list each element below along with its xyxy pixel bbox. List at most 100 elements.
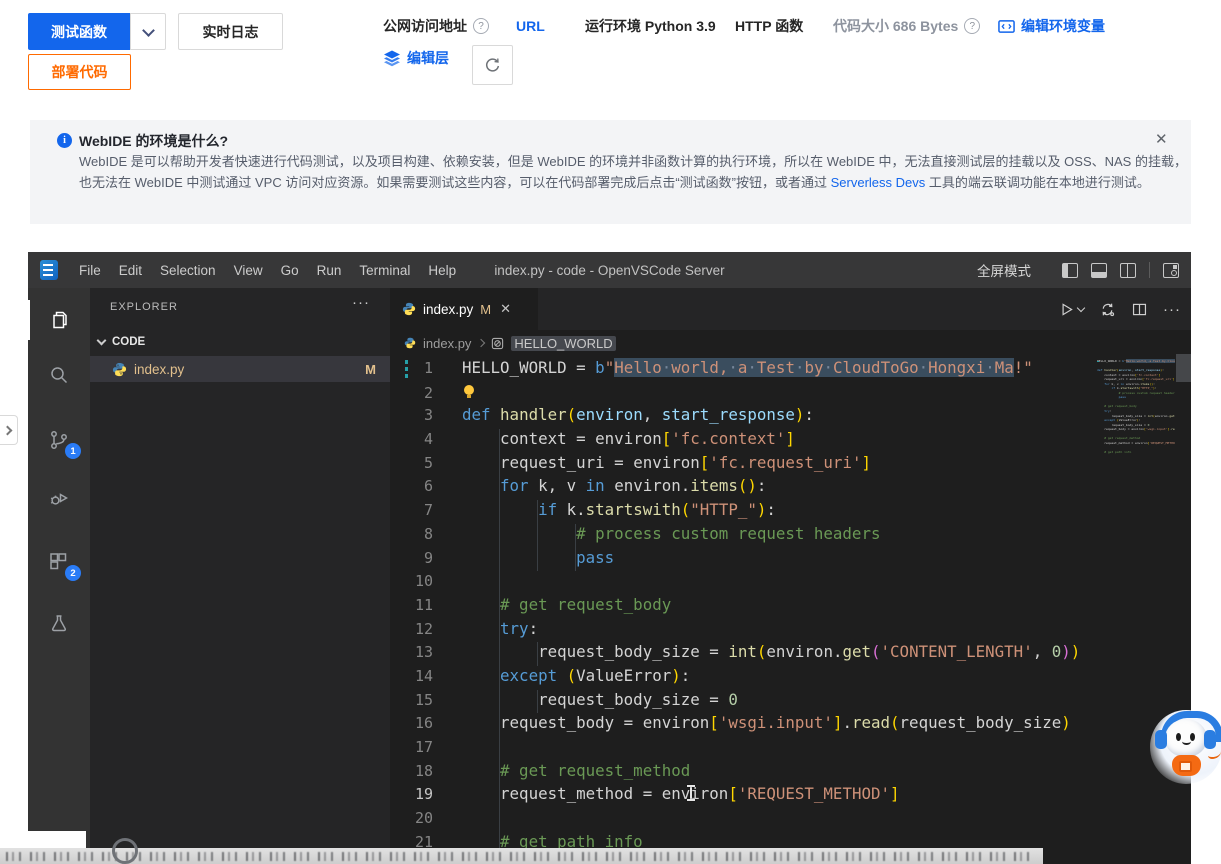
code-section-header[interactable]: CODE [90,330,390,354]
line-number: 13 [390,643,433,661]
extensions-badge: 2 [65,565,81,581]
runtime-label: 运行环境 Python 3.9 [585,15,716,37]
chevron-down-icon [142,24,155,37]
code-editor[interactable]: 1HELLO_WORLD = b"Hello·world,·a·Test·by·… [390,356,1097,864]
scm-badge: 1 [65,443,81,459]
menu-item-selection[interactable]: Selection [151,263,225,278]
edit-env-vars-link[interactable]: 编辑环境变量 [998,15,1105,37]
run-debug-icon [47,486,71,510]
code-size-text: 代码大小 686 Bytes [833,16,958,36]
headphone-cup-right-icon [1204,730,1216,749]
window-code-icon [998,19,1015,34]
http-function-label: HTTP 函数 [735,15,803,37]
more-actions-icon[interactable]: ··· [352,294,370,311]
code-line-12: 12try: [390,619,1097,643]
edit-layers-link[interactable]: 编辑层 [383,47,449,69]
toggle-panel-icon[interactable] [1091,263,1107,278]
deploy-code-button[interactable]: 部署代码 [28,54,131,90]
drawer-expand-handle[interactable] [0,415,18,445]
code-line-3: 3def handler(environ, start_response): [390,405,1097,429]
fullscreen-mode-label[interactable]: 全屏模式 [977,260,1031,280]
menu-item-go[interactable]: Go [272,263,308,278]
breadcrumb-symbol[interactable]: HELLO_WORLD [511,336,615,351]
line-number: 4 [390,430,433,448]
sync-changes-icon[interactable] [1099,301,1116,318]
code-line-15: 15request_body_size = 0 [390,690,1097,714]
tab-close-icon[interactable]: ✕ [500,301,511,317]
code-line-18: 18# get request_method [390,761,1097,785]
breadcrumb[interactable]: index.py HELLO_WORLD [390,330,1191,356]
python-file-icon [402,302,416,316]
explorer-header: EXPLORER [110,301,178,313]
breadcrumb-file[interactable]: index.py [423,336,471,351]
titlebar-actions: 全屏模式 [977,252,1179,288]
refresh-icon [484,57,501,74]
code-line-17: 17 [390,737,1097,761]
openvscode-logo-icon [40,260,58,280]
tab-modified-badge: M [480,302,491,317]
code-line-5: 5request_uri = environ['fc.request_uri'] [390,453,1097,477]
run-python-file-button[interactable] [1058,301,1084,318]
file-item-indexpy[interactable]: index.py M [90,356,390,382]
search-icon [47,364,71,388]
chevron-right-icon [477,339,485,347]
split-editor-icon[interactable] [1131,301,1148,318]
more-actions-icon[interactable]: ··· [1163,301,1181,318]
line-number: 7 [390,501,433,519]
menu-item-edit[interactable]: Edit [110,263,151,278]
code-line-7: 7if k.startswith("HTTP_"): [390,500,1097,524]
clipped-logo-icon [112,838,138,864]
layers-icon [383,50,401,67]
editor-group: index.py M ✕ ··· index.py [390,288,1191,864]
window-title: index.py - code - OpenVSCode Server [494,263,724,278]
code-line-2: 2 [390,382,1097,406]
banner-title: WebIDE 的环境是什么? [79,131,228,151]
help-question-icon[interactable]: ? [964,18,980,34]
chevron-down-icon [1077,303,1085,311]
activity-run-debug-button[interactable] [28,476,90,520]
public-url-label: 公网访问地址 ? [383,15,489,37]
headphone-cup-left-icon [1155,730,1167,749]
help-question-icon[interactable]: ? [473,18,489,34]
serverless-devs-link[interactable]: Serverless Devs [831,175,926,190]
code-line-6: 6for k, v in environ.items(): [390,476,1097,500]
menu-item-terminal[interactable]: Terminal [350,263,419,278]
support-mascot-widget[interactable] [1146,708,1221,790]
tab-title: index.py [423,302,473,317]
activity-bar: 1 2 [28,288,90,864]
activity-extensions-button[interactable]: 2 [28,540,90,584]
activity-testing-button[interactable] [28,602,90,646]
divider [1149,262,1150,278]
play-icon [1058,301,1075,318]
info-icon: i [57,133,72,148]
test-function-button[interactable]: 测试函数 [28,13,130,50]
tab-indexpy[interactable]: index.py M ✕ [390,288,538,330]
activity-source-control-button[interactable]: 1 [28,418,90,462]
code-line-13: 13request_body_size = int(environ.get('C… [390,642,1097,666]
url-link[interactable]: URL [516,15,545,37]
code-line-10: 10 [390,571,1097,595]
python-file-icon [112,362,127,377]
banner-close-icon[interactable]: ✕ [1155,130,1168,148]
lightbulb-code-action-icon[interactable] [462,384,477,400]
python-file-icon [404,337,416,349]
customize-layout-icon[interactable] [1163,263,1179,278]
scrollbar-slider[interactable] [1176,354,1191,382]
chevron-right-icon [3,425,13,435]
explorer-sidebar: EXPLORER ··· CODE index.py M [90,288,390,864]
menu-item-view[interactable]: View [225,263,272,278]
split-editor-icon[interactable] [1120,263,1136,278]
realtime-logs-button[interactable]: 实时日志 [178,13,283,50]
line-number: 18 [390,762,433,780]
toggle-sidebar-icon[interactable] [1062,263,1078,278]
menu-item-help[interactable]: Help [419,263,465,278]
test-function-dropdown-button[interactable] [130,13,166,50]
code-line-11: 11# get request_body [390,595,1097,619]
activity-search-button[interactable] [28,354,90,398]
symbol-variable-icon [491,337,504,350]
menu-item-run[interactable]: Run [308,263,351,278]
refresh-button[interactable] [472,45,513,85]
menu-item-file[interactable]: File [70,263,110,278]
activity-explorer-button[interactable] [28,298,90,342]
webide-notice-banner: i WebIDE 的环境是什么? WebIDE 是可以帮助开发者快速进行代码测试… [30,120,1191,224]
